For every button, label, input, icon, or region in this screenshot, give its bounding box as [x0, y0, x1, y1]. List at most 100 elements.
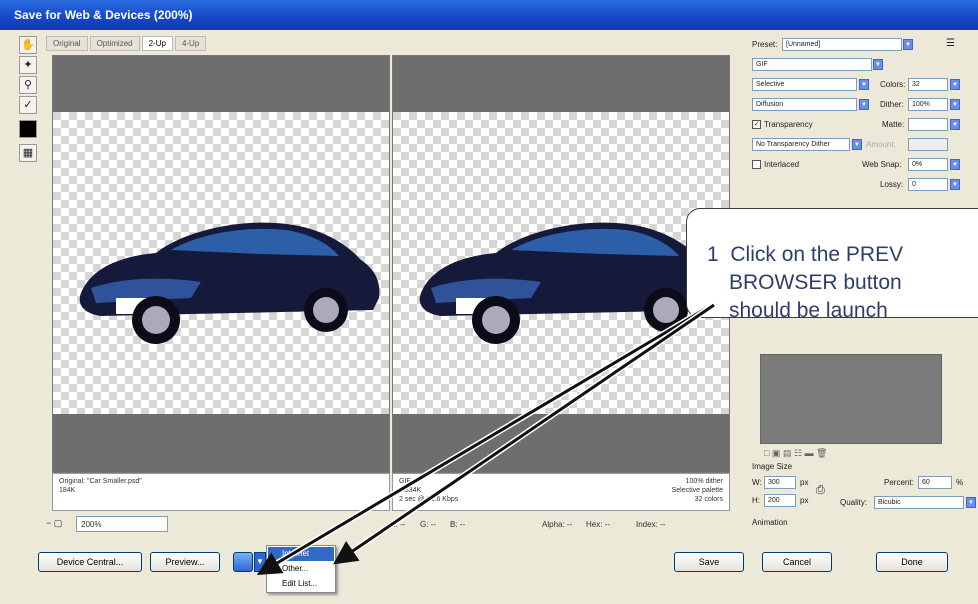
eyedropper-color-swatch[interactable] — [19, 120, 37, 138]
preset-value: [Unnamed] — [786, 41, 821, 48]
callout-line-3: should be launch — [729, 299, 888, 322]
tab-original[interactable]: Original — [46, 36, 88, 51]
transparency-checkbox[interactable]: ✓ — [752, 120, 761, 129]
callout-line-2: BROWSER button — [729, 271, 902, 294]
zoom-buttons[interactable]: − ▢ — [46, 518, 74, 529]
dither-algorithm-select[interactable]: Diffusion — [752, 98, 857, 111]
readout-hex: Hex: -- — [586, 520, 610, 529]
callout-number: 1 — [707, 243, 719, 266]
chevron-down-icon[interactable]: ▼ — [950, 159, 960, 170]
readout-alpha: Alpha: -- — [542, 520, 573, 529]
width-label: W: — [752, 478, 762, 487]
tab-optimized[interactable]: Optimized — [89, 36, 140, 51]
options-menu-icon[interactable]: ☰ — [946, 38, 955, 49]
width-field[interactable]: 300 — [764, 476, 796, 489]
dither-field[interactable]: 100% — [908, 98, 948, 111]
interlaced-label: Interlaced — [764, 160, 800, 169]
callout-line-1: 1 Click on the PREV — [707, 241, 978, 269]
height-value: 200 — [768, 497, 780, 504]
web-snap-value: 0% — [912, 161, 923, 168]
height-field[interactable]: 200 — [764, 494, 796, 507]
canvas-band-top — [53, 56, 389, 112]
cancel-button[interactable]: Cancel — [762, 552, 832, 572]
lossy-value: 0 — [912, 181, 916, 188]
original-preview-pane[interactable] — [52, 55, 390, 473]
reduction-select[interactable]: Selective — [752, 78, 857, 91]
chevron-down-icon[interactable]: ▼ — [873, 59, 883, 70]
slice-select-tool-icon[interactable]: ✦ — [19, 56, 37, 74]
dither-value: 100% — [912, 101, 930, 108]
format-select[interactable]: GIF — [752, 58, 872, 71]
format-value: GIF — [756, 61, 768, 68]
menu-item-other[interactable]: Other... — [268, 562, 334, 576]
chevron-down-icon[interactable]: ▼ — [950, 99, 960, 110]
tab-4-up[interactable]: 4-Up — [174, 36, 207, 51]
preset-label: Preset: — [752, 40, 778, 49]
tab-2-up[interactable]: 2-Up — [141, 36, 173, 51]
original-info: Original: "Car Smaller.psd" 184K — [52, 473, 390, 511]
done-button[interactable]: Done — [876, 552, 948, 572]
quality-select[interactable]: Bicubic — [874, 496, 964, 509]
canvas-band-top — [393, 56, 729, 112]
hand-tool-icon[interactable]: ✋ — [19, 36, 37, 54]
interlaced-checkbox[interactable] — [752, 160, 761, 169]
reduction-value: Selective — [756, 81, 785, 88]
readout-b: B: -- — [450, 520, 466, 529]
web-snap-label: Web Snap: — [862, 160, 902, 169]
window-title: Save for Web & Devices (200%) — [14, 8, 193, 22]
preview-button[interactable]: Preview... — [150, 552, 220, 572]
optimized-info: GIF 7.834K 2 sec @ 56.6 Kbps 100% dither… — [392, 473, 730, 511]
preview-in-browser-button[interactable] — [233, 552, 253, 572]
trans-dither-value: No Transparency Dither — [756, 141, 830, 148]
view-tabs: Original Optimized 2-Up 4-Up — [46, 36, 208, 51]
chevron-down-icon[interactable]: ▼ — [950, 179, 960, 190]
percent-value: 60 — [922, 479, 930, 486]
toggle-slices-icon[interactable]: ▦ — [19, 144, 37, 162]
readout-index: Index: -- — [636, 520, 666, 529]
quality-value: Bicubic — [878, 499, 901, 506]
zoom-select[interactable]: 200% — [76, 516, 168, 532]
constrain-proportions-icon[interactable]: ⎙ — [816, 484, 825, 497]
lossy-field[interactable]: 0 — [908, 178, 948, 191]
matte-field[interactable] — [908, 118, 948, 131]
optimized-dither: 100% dither — [685, 478, 723, 485]
color-table-toolbar-icons[interactable]: □ ▣ ▤ ☷ ▬ 🗑 — [764, 448, 827, 459]
percent-label: Percent: — [884, 478, 914, 487]
zoom-value: 200% — [81, 520, 102, 529]
optimized-preview-pane[interactable] — [392, 55, 730, 473]
menu-item-internet-explorer[interactable]: Internet Explorer — [268, 547, 334, 572]
bottom-button-row: Device Central... Preview... ▼ Save Canc… — [0, 548, 978, 578]
web-snap-field[interactable]: 0% — [908, 158, 948, 171]
eyedropper-tool-icon[interactable]: ✓ — [19, 96, 37, 114]
readout-r: R: -- — [390, 520, 406, 529]
browser-dropdown-arrow[interactable]: ▼ — [254, 552, 266, 572]
chevron-down-icon[interactable]: ▼ — [950, 79, 960, 90]
lossy-label: Lossy: — [880, 180, 904, 189]
menu-item-edit-list[interactable]: Edit List... — [268, 577, 334, 591]
save-button[interactable]: Save — [674, 552, 744, 572]
chevron-down-icon[interactable]: ▼ — [852, 139, 862, 150]
device-central-button[interactable]: Device Central... — [38, 552, 142, 572]
zoom-tool-icon[interactable]: ⚲ — [19, 76, 37, 94]
status-bar: − ▢ 200% R: -- G: -- B: -- Alpha: -- Hex… — [46, 516, 736, 536]
chevron-down-icon[interactable]: ▼ — [859, 99, 869, 110]
readout-g: G: -- — [420, 520, 436, 529]
chevron-down-icon[interactable]: ▼ — [966, 497, 976, 508]
color-table[interactable] — [760, 354, 942, 444]
toolbox: ✋ ✦ ⚲ ✓ ▦ — [17, 36, 39, 176]
animation-title: Animation — [752, 518, 788, 527]
chevron-down-icon[interactable]: ▼ — [903, 39, 913, 50]
amount-field[interactable] — [908, 138, 948, 151]
canvas-band-bottom — [393, 414, 729, 472]
chevron-down-icon[interactable]: ▼ — [950, 119, 960, 130]
callout-text-1: Click on the PREV — [730, 243, 904, 266]
browser-menu: Internet Explorer Other... Edit List... — [266, 545, 336, 593]
title-bar: Save for Web & Devices (200%) — [0, 0, 978, 30]
preset-select[interactable]: [Unnamed] — [782, 38, 902, 51]
instruction-callout: 1 Click on the PREV BROWSER button shoul… — [686, 208, 978, 322]
percent-field[interactable]: 60 — [918, 476, 952, 489]
chevron-down-icon[interactable]: ▼ — [859, 79, 869, 90]
width-unit: px — [800, 478, 809, 487]
transparency-dither-select[interactable]: No Transparency Dither — [752, 138, 850, 151]
colors-field[interactable]: 32 — [908, 78, 948, 91]
